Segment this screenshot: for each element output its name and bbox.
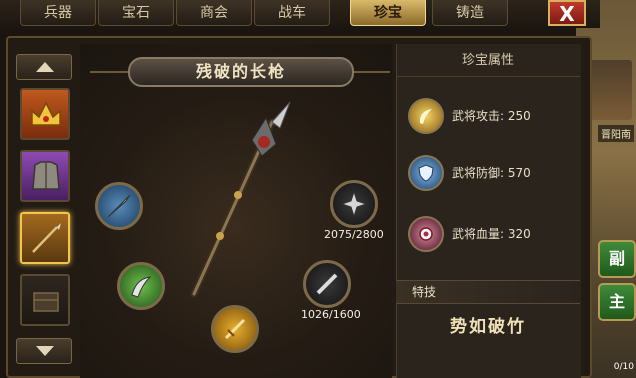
gold-dagger-gem-icon <box>224 318 246 340</box>
blue-spear-gem-icon <box>107 194 131 218</box>
tab-chariot[interactable]: 战车 <box>254 0 330 26</box>
defense-icon <box>408 155 444 191</box>
side-button-main[interactable]: 主 <box>598 283 636 321</box>
attribute-health-text: 武将血量: 320 <box>452 227 531 241</box>
silver-shuriken-gem-icon <box>341 191 367 217</box>
gem-slot-5[interactable] <box>303 260 351 308</box>
scroll-up-button[interactable] <box>16 54 72 80</box>
gem-slot-3[interactable] <box>211 305 259 353</box>
silver-knife-gem-icon <box>316 273 338 295</box>
armor-icon <box>32 161 60 190</box>
health-icon <box>408 216 444 252</box>
crown-icon <box>31 101 61 126</box>
chest-icon <box>33 292 59 312</box>
spear-icon <box>32 223 61 253</box>
gem-slot-4[interactable] <box>330 180 378 228</box>
tab-gems[interactable]: 宝石 <box>98 0 174 26</box>
arrow-up-icon <box>36 62 54 72</box>
tab-forge[interactable]: 铸造 <box>432 0 508 26</box>
attribute-health: 武将血量: 320 <box>406 212 576 256</box>
gem-slot-1[interactable] <box>95 182 143 230</box>
slot-spear-selected[interactable] <box>20 212 70 264</box>
attribute-attack: 武将攻击: 250 <box>406 94 576 138</box>
side-button-vice[interactable]: 副 <box>598 240 636 278</box>
close-button[interactable]: X <box>548 0 586 26</box>
info-title: 珍宝属性 <box>396 46 580 77</box>
city-building-image <box>586 60 632 120</box>
skill-header-label: 特技 <box>412 285 437 299</box>
slot-armor[interactable] <box>20 150 70 202</box>
tab-weapons[interactable]: 兵器 <box>20 0 96 26</box>
gem-slot-2[interactable] <box>117 262 165 310</box>
treasure-slot-list <box>12 46 78 371</box>
title-ornament-right <box>354 71 390 73</box>
attribute-defense: 武将防御: 570 <box>406 151 576 195</box>
arrow-down-icon <box>36 346 54 356</box>
gem-4-progress: 2075/2800 <box>324 228 384 241</box>
attack-icon <box>408 98 444 134</box>
treasure-name-plate: 残破的长枪 <box>128 57 354 87</box>
gem-5-progress: 1026/1600 <box>301 308 361 321</box>
tab-treasure[interactable]: 珍宝 <box>350 0 426 26</box>
scroll-down-button[interactable] <box>16 338 72 364</box>
broken-spear-artwork <box>190 101 291 298</box>
bottom-counter: 0/10 <box>613 362 634 372</box>
tab-chamber[interactable]: 商会 <box>176 0 252 26</box>
slot-crown[interactable] <box>20 88 70 140</box>
green-blade-gem-icon <box>131 276 152 298</box>
attribute-defense-text: 武将防御: 570 <box>452 166 531 180</box>
tab-bar: 兵器 宝石 商会 战车 珍宝 铸造 X <box>0 0 600 28</box>
city-label[interactable]: 晋阳南 <box>598 125 634 142</box>
attribute-attack-text: 武将攻击: 250 <box>452 109 531 123</box>
skill-name: 势如破竹 <box>450 317 526 337</box>
title-ornament-left <box>90 71 128 73</box>
slot-chest[interactable] <box>20 274 70 326</box>
